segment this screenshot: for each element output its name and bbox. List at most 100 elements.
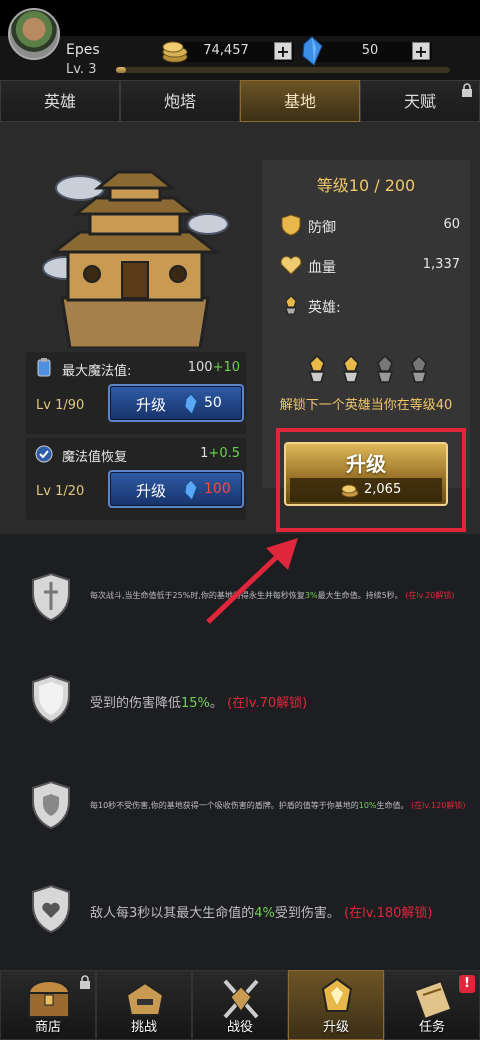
nav-upgrade[interactable]: 升级: [288, 970, 384, 1040]
perk-2-highlight: 15%: [181, 696, 210, 711]
category-tabs: 英雄 炮塔 基地 天赋: [0, 80, 480, 122]
tab-talents-label: 天赋: [403, 92, 436, 111]
max-mana-upgrade-button[interactable]: 升级 50: [108, 384, 244, 422]
lock-icon: [462, 83, 472, 97]
buy-gems-button[interactable]: +: [412, 42, 430, 60]
tab-turrets[interactable]: 炮塔: [120, 80, 240, 122]
mana-regen-level: Lv 1/20: [36, 484, 85, 499]
tab-base-label: 基地: [283, 92, 316, 111]
perk-1-tail: 最大生命值。持续5秒。: [317, 591, 403, 600]
status-bar: [0, 0, 480, 36]
nav-challenge-label: 挑战: [130, 1020, 157, 1035]
perk-text-3: 每10秒不受伤害,你的基地获得一个吸收伤害的盾牌。护盾的值等于你基地的10%生命…: [90, 800, 470, 811]
heroes-row: 英雄:: [280, 294, 460, 318]
hero-slot-unlocked-icon: [308, 354, 326, 383]
xp-bar-fill: [116, 67, 127, 73]
heroes-label: 英雄:: [308, 300, 341, 316]
perk-shield-icon: [32, 674, 70, 724]
mana-regen-panel: 魔法值恢复 1+0.5 Lv 1/20 升级 100: [26, 438, 246, 520]
hero-slot-locked-icon: [410, 354, 428, 383]
max-mana-current: 100: [187, 360, 213, 375]
gold-coins-icon: [162, 41, 188, 63]
hp-value: 1,337: [422, 257, 460, 272]
blue-gem-icon: [184, 394, 198, 414]
defense-label: 防御: [308, 220, 336, 236]
perk-2-lock: (在lv.70解锁): [227, 696, 308, 711]
perk-2-tail: 。: [209, 696, 223, 711]
max-mana-level: Lv 1/90: [36, 398, 85, 413]
nav-challenge[interactable]: 挑战: [96, 970, 192, 1040]
mana-regen-label: 魔法值恢复: [62, 450, 128, 465]
defense-row: 防御 60: [280, 214, 460, 238]
max-mana-panel: 最大魔法值: 100+10 Lv 1/90 升级 50: [26, 352, 246, 434]
gold-coins-icon: [341, 484, 359, 498]
hp-label: 血量: [308, 260, 336, 276]
crossed-swords-icon: [223, 979, 259, 1019]
nav-shop-label: 商店: [34, 1020, 61, 1035]
upgrade-emblem-icon: [321, 977, 353, 1012]
nav-missions-label: 任务: [418, 1020, 445, 1035]
nav-campaign[interactable]: 战役: [192, 970, 288, 1040]
perk-4-text: 敌人每3秒以其最大生命值的: [90, 906, 255, 921]
base-upgrade-label: 升级: [346, 452, 386, 476]
mana-regen-upgrade-button[interactable]: 升级 100: [108, 470, 244, 508]
base-castle-icon: [42, 170, 229, 348]
hero-slot-unlocked-icon: [342, 354, 360, 383]
perk-3-tail: 生命值。: [376, 801, 409, 810]
xp-bar: [116, 67, 450, 73]
tab-base[interactable]: 基地: [240, 80, 360, 122]
perk-shield-icon: [32, 780, 70, 830]
perk-4-tail: 受到伤害。: [274, 906, 340, 921]
nav-shop[interactable]: 商店: [0, 970, 96, 1040]
helmet-icon: [125, 981, 165, 1016]
perk-3-highlight: 10%: [358, 801, 377, 810]
hp-row: 血量 1,337: [280, 254, 460, 278]
mana-regen-icon: [35, 445, 53, 463]
hero-unlock-note: 解锁下一个英雄当你在等级40: [279, 398, 453, 413]
base-level: 等级10 / 200: [316, 176, 416, 195]
missions-alert-badge: !: [459, 975, 475, 993]
max-mana-label: 最大魔法值:: [62, 364, 132, 379]
nav-campaign-label: 战役: [226, 1020, 253, 1035]
max-mana-value: 100+10: [188, 360, 240, 375]
perk-3-text: 每10秒不受伤害,你的基地获得一个吸收伤害的盾牌。护盾的值等于你基地的: [90, 801, 359, 810]
tab-turrets-label: 炮塔: [163, 92, 196, 111]
player-level: Lv. 3: [66, 62, 97, 77]
bottom-nav: 商店 挑战 战役 升级 任务 !: [0, 970, 480, 1040]
mana-potion-icon: [37, 358, 51, 377]
tab-heroes[interactable]: 英雄: [0, 80, 120, 122]
perk-text-4: 敌人每3秒以其最大生命值的4%受到伤害。 (在lv.180解锁): [90, 902, 470, 921]
shield-icon: [281, 214, 301, 236]
hero-icon: [285, 295, 297, 315]
hero-slot-locked-icon: [376, 354, 394, 383]
perk-3-lock: (在lv.120解锁): [411, 801, 466, 810]
player-name: Epes: [66, 42, 100, 58]
buy-coins-button[interactable]: +: [274, 42, 292, 60]
lock-icon: [80, 975, 90, 989]
base-upgrade-button[interactable]: 升级 2,065: [284, 442, 448, 506]
scroll-icon: [413, 979, 453, 1021]
tab-talents[interactable]: 天赋: [360, 80, 480, 122]
player-avatar[interactable]: [8, 8, 60, 60]
perk-shield-icon: [32, 884, 70, 934]
max-mana-upgrade-cost: 50: [204, 395, 222, 411]
mana-regen-upgrade-label: 升级: [136, 482, 167, 500]
max-mana-bonus: +10: [212, 360, 240, 375]
mana-regen-value: 1+0.5: [200, 446, 240, 461]
nav-missions[interactable]: 任务 !: [384, 970, 480, 1040]
perk-4-highlight: 4%: [254, 906, 275, 921]
nav-upgrade-label: 升级: [322, 1020, 349, 1035]
chest-icon: [27, 980, 71, 1018]
gem-amount: 50: [361, 43, 379, 58]
perk-4-lock: (在lv.180解锁): [344, 906, 433, 921]
mana-regen-upgrade-cost: 100: [204, 481, 231, 497]
max-mana-upgrade-label: 升级: [136, 396, 167, 414]
blue-gem-icon: [184, 480, 198, 500]
perk-1-lock: (在lv.20解锁): [405, 591, 455, 600]
tab-heroes-label: 英雄: [43, 92, 76, 111]
defense-value: 60: [443, 217, 460, 232]
base-upgrade-cost: 2,065: [364, 482, 402, 497]
heart-icon: [280, 256, 302, 275]
mana-regen-bonus: +0.5: [208, 446, 240, 461]
perk-text-2: 受到的伤害降低15%。 (在lv.70解锁): [90, 692, 470, 711]
